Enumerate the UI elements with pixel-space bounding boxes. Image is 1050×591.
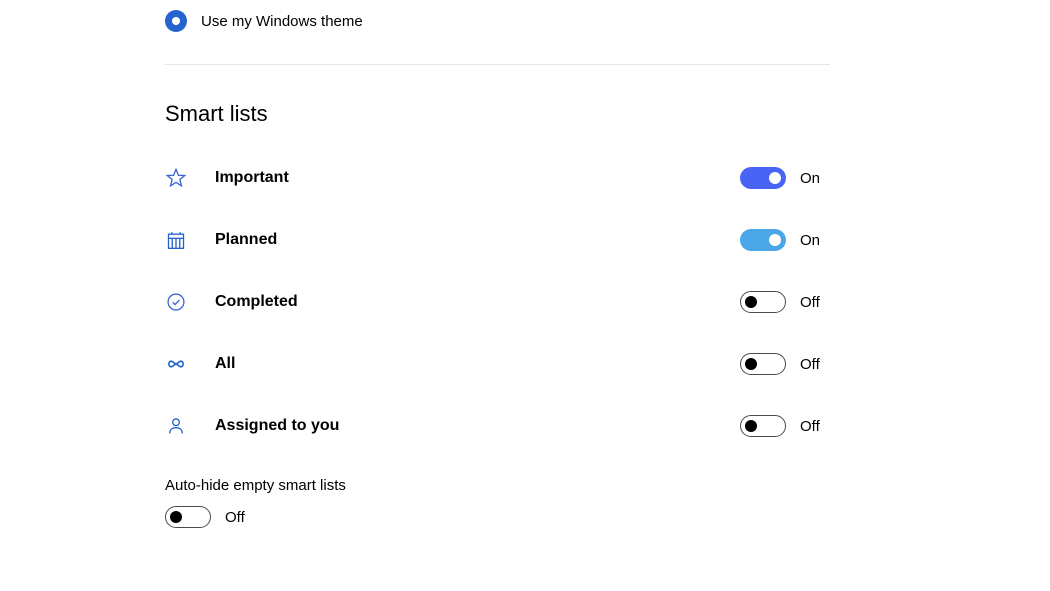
smart-lists-heading: Smart lists [165,101,830,127]
all-toggle[interactable] [740,353,786,375]
assigned-toggle[interactable] [740,415,786,437]
smart-list-assigned: Assigned to you Off [165,415,830,437]
smart-list-important-label: Important [215,169,740,187]
theme-radio-row[interactable]: Use my Windows theme [165,10,830,64]
smart-list-planned: Planned On [165,229,830,251]
smart-list-all-label: All [215,355,740,373]
calendar-icon [165,229,187,251]
important-toggle[interactable] [740,167,786,189]
radio-selected-icon [165,10,187,32]
smart-list-planned-label: Planned [215,231,740,249]
smart-list-important: Important On [165,167,830,189]
planned-toggle-state: On [800,232,830,249]
all-toggle-state: Off [800,356,830,373]
planned-toggle[interactable] [740,229,786,251]
person-icon [165,415,187,437]
star-icon [165,167,187,189]
important-toggle-state: On [800,170,830,187]
smart-list-completed-label: Completed [215,293,740,311]
auto-hide-label: Auto-hide empty smart lists [165,477,830,494]
divider [165,64,830,65]
smart-list-completed: Completed Off [165,291,830,313]
auto-hide-toggle[interactable] [165,506,211,528]
auto-hide-section: Auto-hide empty smart lists Off [165,477,830,528]
check-circle-icon [165,291,187,313]
auto-hide-toggle-state: Off [225,509,255,526]
completed-toggle[interactable] [740,291,786,313]
smart-list-assigned-label: Assigned to you [215,417,740,435]
smart-list-all: All Off [165,353,830,375]
completed-toggle-state: Off [800,294,830,311]
assigned-toggle-state: Off [800,418,830,435]
infinity-icon [165,353,187,375]
theme-radio-label: Use my Windows theme [201,13,363,30]
